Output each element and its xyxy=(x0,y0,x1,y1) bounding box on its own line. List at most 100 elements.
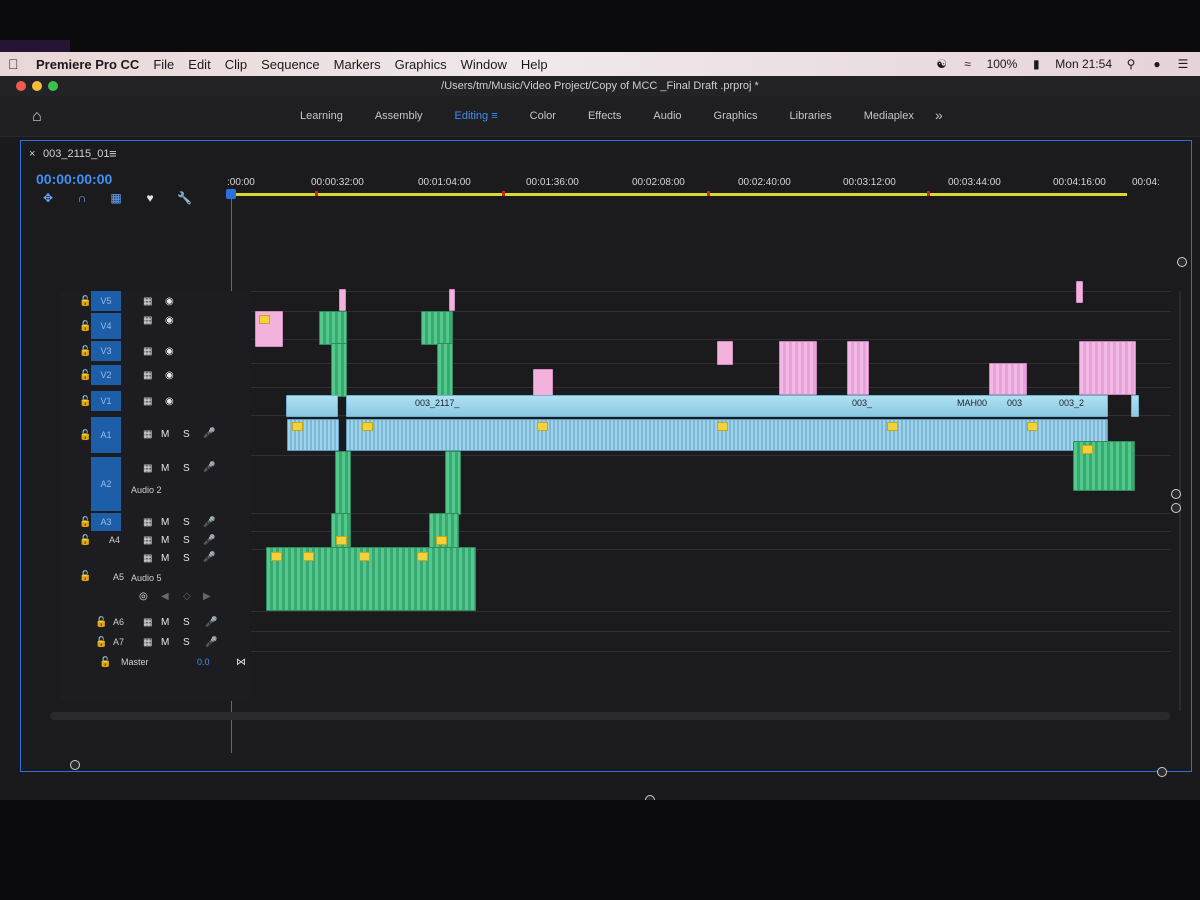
user-icon[interactable]: ● xyxy=(1150,57,1164,71)
marker[interactable] xyxy=(502,191,505,196)
prev-keyframe-icon[interactable]: ◀ xyxy=(161,591,169,602)
keyframe-icon[interactable]: ◇ xyxy=(183,591,191,602)
menu-file[interactable]: File xyxy=(153,57,174,72)
sync-lock-icon[interactable]: ▦ xyxy=(143,429,152,440)
title-clip[interactable] xyxy=(1079,341,1136,395)
menu-markers[interactable]: Markers xyxy=(334,57,381,72)
settings-wrench-icon[interactable]: 🔧 xyxy=(177,191,192,205)
clock[interactable]: Mon 21:54 xyxy=(1055,57,1112,71)
track-target-a4[interactable]: A4 xyxy=(109,535,120,545)
sync-lock-icon[interactable]: ▦ xyxy=(143,617,152,628)
search-icon[interactable]: ⚲ xyxy=(1124,57,1138,71)
sync-lock-icon[interactable]: ▦ xyxy=(143,463,152,474)
track-name-audio2[interactable]: Audio 2 xyxy=(131,485,162,495)
sync-lock-icon[interactable]: ▦ xyxy=(143,517,152,528)
battery-icon[interactable]: ▮ xyxy=(1029,57,1043,71)
tab-graphics[interactable]: Graphics xyxy=(714,110,758,122)
track-target-v5[interactable]: V5 xyxy=(91,291,121,311)
lock-icon[interactable]: 🔓 xyxy=(79,517,91,528)
mute-button[interactable]: M xyxy=(161,535,169,546)
panel-menu-icon[interactable]: ≡ xyxy=(109,146,117,161)
creative-cloud-icon[interactable]: ☯ xyxy=(935,57,949,71)
solo-button[interactable]: S xyxy=(183,617,190,628)
list-icon[interactable]: ☰ xyxy=(1176,57,1190,71)
tab-assembly[interactable]: Assembly xyxy=(375,110,423,122)
sync-lock-icon[interactable]: ▦ xyxy=(143,396,152,407)
playhead-timecode[interactable]: 00:00:00:00 xyxy=(36,171,112,187)
track-target-a2[interactable]: A2 xyxy=(91,457,121,511)
lock-icon[interactable]: 🔓 xyxy=(95,637,107,648)
tab-learning[interactable]: Learning xyxy=(300,110,343,122)
sync-lock-icon[interactable]: ▦ xyxy=(143,535,152,546)
title-clip[interactable] xyxy=(779,341,817,395)
graphic-clip[interactable] xyxy=(421,311,453,345)
keyframe-add-icon[interactable]: ◎ xyxy=(139,591,148,602)
title-clip[interactable] xyxy=(847,341,869,395)
graphic-clip[interactable] xyxy=(331,343,347,397)
menu-clip[interactable]: Clip xyxy=(225,57,247,72)
menu-sequence[interactable]: Sequence xyxy=(261,57,320,72)
snap-icon[interactable]: ∩ xyxy=(75,191,89,205)
audio-clip[interactable] xyxy=(429,513,459,551)
track-target-a3[interactable]: A3 xyxy=(91,513,121,531)
horizontal-scrollbar[interactable] xyxy=(50,712,1170,720)
scroll-handle[interactable] xyxy=(1171,503,1181,513)
next-keyframe-icon[interactable]: ▶ xyxy=(203,591,211,602)
track-target-a6[interactable]: A6 xyxy=(113,617,124,627)
microphone-icon[interactable]: 🎤 xyxy=(203,462,215,473)
mute-button[interactable]: M xyxy=(161,463,169,474)
audio-clip[interactable] xyxy=(266,547,476,611)
go-to-end-icon[interactable]: ⋈ xyxy=(236,657,246,668)
eye-icon[interactable]: ◉ xyxy=(165,296,174,307)
microphone-icon[interactable]: 🎤 xyxy=(203,428,215,439)
eye-icon[interactable]: ◉ xyxy=(165,370,174,381)
title-clip[interactable] xyxy=(989,363,1027,395)
title-clip[interactable] xyxy=(1076,281,1083,303)
tab-color[interactable]: Color xyxy=(530,110,556,122)
eye-icon[interactable]: ◉ xyxy=(165,396,174,407)
eye-icon[interactable]: ◉ xyxy=(165,315,174,326)
solo-button[interactable]: S xyxy=(183,553,190,564)
sync-lock-icon[interactable]: ▦ xyxy=(143,346,152,357)
sync-lock-icon[interactable]: ▦ xyxy=(143,296,152,307)
audio-clip[interactable] xyxy=(331,513,351,551)
sync-lock-icon[interactable]: ▦ xyxy=(143,553,152,564)
lock-icon[interactable]: 🔓 xyxy=(79,370,91,381)
sync-lock-icon[interactable]: ▦ xyxy=(143,637,152,648)
home-icon[interactable]: ⌂ xyxy=(32,108,42,126)
graphic-clip[interactable] xyxy=(437,343,453,397)
mute-button[interactable]: M xyxy=(161,637,169,648)
track-target-a1[interactable]: A1 xyxy=(91,417,121,453)
mute-button[interactable]: M xyxy=(161,429,169,440)
tab-libraries[interactable]: Libraries xyxy=(790,110,832,122)
lock-icon[interactable]: 🔓 xyxy=(79,535,91,546)
more-workspaces-button[interactable]: » xyxy=(935,107,943,123)
master-volume-value[interactable]: 0.0 xyxy=(197,657,210,667)
menu-graphics[interactable]: Graphics xyxy=(395,57,447,72)
audio-clip[interactable] xyxy=(287,419,339,451)
wifi-icon[interactable]: ≈ xyxy=(961,57,975,71)
tab-editing[interactable]: Editing ≡ xyxy=(455,110,498,122)
solo-button[interactable]: S xyxy=(183,517,190,528)
graphic-clip[interactable] xyxy=(319,311,347,345)
tab-mediaplex[interactable]: Mediaplex xyxy=(864,110,914,122)
scroll-handle[interactable] xyxy=(1157,767,1167,777)
eye-icon[interactable]: ◉ xyxy=(165,346,174,357)
hamburger-icon[interactable]: ≡ xyxy=(491,110,497,122)
track-target-v3[interactable]: V3 xyxy=(91,341,121,361)
tab-effects[interactable]: Effects xyxy=(588,110,621,122)
close-panel-icon[interactable]: × xyxy=(29,148,35,160)
sequence-tab[interactable]: 003_2115_01 xyxy=(43,148,109,160)
microphone-icon[interactable]: 🎤 xyxy=(203,517,215,528)
marker[interactable] xyxy=(315,191,318,196)
menu-edit[interactable]: Edit xyxy=(188,57,210,72)
lock-icon[interactable]: 🔓 xyxy=(99,657,111,668)
video-clip[interactable]: 003_2117_ 003_ MAH00 003 003_2 xyxy=(346,395,1108,417)
solo-button[interactable]: S xyxy=(183,637,190,648)
lock-icon[interactable]: 🔓 xyxy=(79,321,91,332)
menu-window[interactable]: Window xyxy=(461,57,507,72)
title-clip[interactable] xyxy=(717,341,733,365)
lock-icon[interactable]: 🔓 xyxy=(79,296,91,307)
sync-lock-icon[interactable]: ▦ xyxy=(143,370,152,381)
vertical-scrollbar[interactable] xyxy=(1179,291,1181,711)
